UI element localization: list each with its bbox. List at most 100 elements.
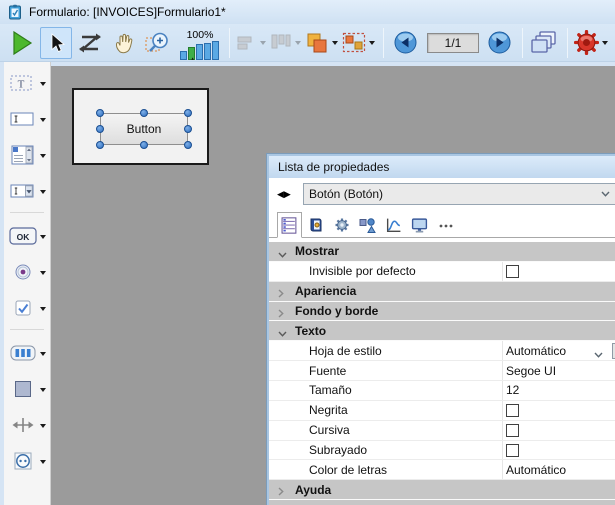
object-selector-value: Botón (Botón) (309, 187, 383, 201)
selection-handle[interactable] (184, 125, 192, 133)
align-horizontal-icon (237, 34, 257, 52)
section-header-apariencia[interactable]: Apariencia (269, 282, 615, 302)
tab-properties[interactable] (277, 212, 302, 238)
properties-panel-title: Lista de propiedades (278, 160, 389, 174)
checkbox-tool[interactable] (4, 293, 50, 323)
selection-handle[interactable] (96, 141, 104, 149)
zoom-level-indicator[interactable]: 100% (180, 26, 220, 60)
radio-tool[interactable] (4, 257, 50, 287)
chevron-down-icon (40, 190, 46, 197)
prev-next-object-buttons[interactable]: ◀▶ (277, 189, 299, 200)
chevron-down-icon (295, 41, 301, 48)
column-divider (502, 341, 503, 360)
property-value[interactable]: Segoe UI (506, 361, 556, 380)
property-checkbox[interactable] (506, 444, 519, 457)
property-value[interactable]: Automático (506, 341, 566, 360)
chevron-right-small-icon (278, 309, 284, 318)
toolbox-separator (10, 212, 44, 213)
hand-icon (112, 31, 136, 55)
column-divider (502, 460, 503, 479)
chevron-down-icon (40, 352, 46, 359)
more-tab-icon (438, 217, 454, 233)
grid-tab-icon (281, 217, 298, 234)
selection-handle[interactable] (96, 125, 104, 133)
section-header-texto[interactable]: Texto (269, 321, 615, 341)
tab-order-tool[interactable] (74, 27, 106, 59)
selection-handle[interactable] (184, 109, 192, 117)
selection-handle[interactable] (96, 109, 104, 117)
section-header-fondo-y-borde[interactable]: Fondo y borde (269, 302, 615, 322)
order-tool[interactable] (304, 27, 339, 59)
zoom-tool[interactable] (142, 27, 174, 59)
property-label: Invisible por defecto (309, 264, 416, 278)
property-value[interactable]: 12 (506, 381, 519, 400)
prev-page-button[interactable] (389, 27, 421, 59)
button-tool[interactable]: OK (4, 221, 50, 251)
section-header-acción[interactable]: Acción (269, 500, 615, 505)
tab-more[interactable] (433, 212, 458, 238)
selection-handle[interactable] (140, 141, 148, 149)
tab-chart[interactable] (381, 212, 406, 238)
monitor-tab-icon (411, 217, 428, 234)
chevron-down-icon (260, 41, 266, 48)
combobox-tool[interactable] (4, 176, 50, 206)
selection-mode-tool[interactable] (341, 27, 376, 59)
form-surface[interactable]: Button (72, 88, 209, 165)
chevron-down-icon (40, 388, 46, 395)
chevron-down-icon (332, 41, 338, 48)
selection-handle[interactable] (140, 109, 148, 117)
properties-panel: Lista de propiedades x ◀▶ Botón (Botón) … (267, 154, 615, 505)
tab-objects[interactable] (355, 212, 380, 238)
section-label: Mostrar (295, 244, 339, 258)
label-tool[interactable]: T (4, 68, 50, 98)
selection-handle[interactable] (184, 141, 192, 149)
radio-tool-icon (9, 263, 37, 281)
listbox-tool-icon (9, 145, 37, 165)
select-tool[interactable] (40, 27, 72, 59)
splitter-tool[interactable] (4, 410, 50, 440)
main-toolbar: 100% 1/1 (0, 24, 615, 62)
listbox-tool[interactable] (4, 140, 50, 170)
button-group-tool[interactable] (4, 338, 50, 368)
tab-reference[interactable] (303, 212, 328, 238)
column-divider (502, 361, 503, 380)
property-checkbox[interactable] (506, 404, 519, 417)
section-label: Ayuda (295, 483, 331, 497)
align-tool[interactable] (235, 27, 267, 59)
design-canvas[interactable]: Button Lista de propiedades x ◀▶ Botón (… (51, 66, 615, 505)
zoom-level-label: 100% (187, 30, 214, 41)
property-checkbox[interactable] (506, 265, 519, 278)
toolbar-separator (522, 28, 523, 58)
pages-button[interactable] (528, 27, 560, 59)
textbox-tool[interactable] (4, 104, 50, 134)
tab-display[interactable] (407, 212, 432, 238)
object-selector-dropdown[interactable]: Botón (Botón) (303, 183, 615, 205)
container-tool-icon (9, 452, 37, 470)
toolbar-separator (229, 28, 230, 58)
pan-tool[interactable] (108, 27, 140, 59)
property-checkbox[interactable] (506, 424, 519, 437)
prev-icon (394, 31, 417, 54)
textbox-tool-icon (9, 110, 37, 128)
property-row: Subrayado (269, 441, 615, 461)
play-icon (9, 29, 35, 57)
panel-tool[interactable] (4, 374, 50, 404)
property-value[interactable]: Automático (506, 460, 566, 479)
page-indicator: 1/1 (427, 33, 479, 53)
properties-panel-titlebar[interactable]: Lista de propiedades x (269, 156, 615, 178)
checkbox-tool-icon (9, 299, 37, 317)
chevron-down-icon[interactable] (594, 352, 603, 358)
tab-settings[interactable] (329, 212, 354, 238)
align-vertical-icon (270, 33, 292, 53)
distribute-tool[interactable] (269, 27, 302, 59)
container-tool[interactable] (4, 446, 50, 476)
next-page-button[interactable] (483, 27, 515, 59)
run-button[interactable] (6, 27, 38, 59)
toolbar-tool-icon (9, 345, 37, 361)
section-header-ayuda[interactable]: Ayuda (269, 480, 615, 500)
chevron-down-icon (40, 460, 46, 467)
section-header-mostrar[interactable]: Mostrar (269, 242, 615, 262)
settings-button[interactable] (573, 27, 609, 59)
chevron-down-icon (40, 271, 46, 278)
toolbar-separator (383, 28, 384, 58)
